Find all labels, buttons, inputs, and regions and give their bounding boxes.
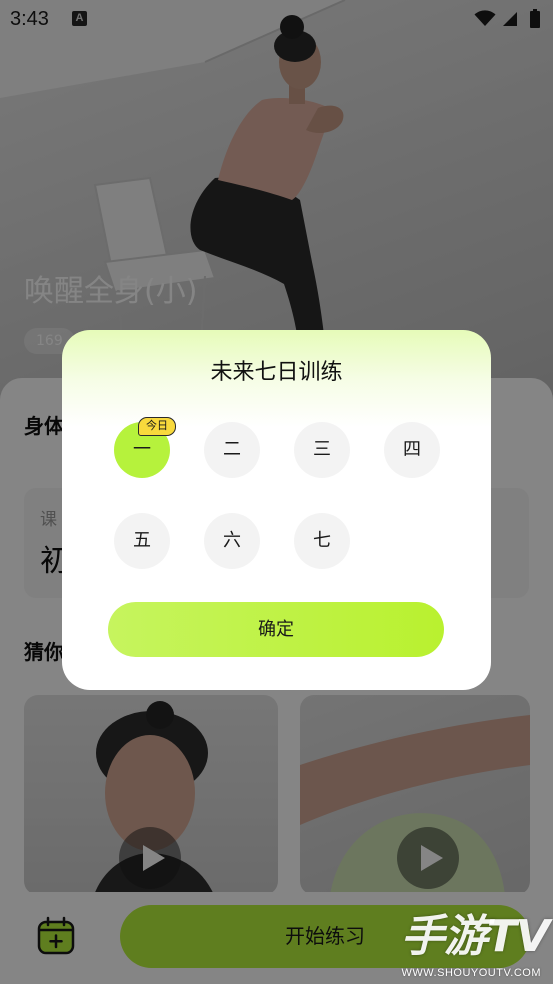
weekly-plan-dialog: 未来七日训练 一 今日 二 三 四 五 六 七 确定 bbox=[62, 330, 491, 690]
day-option-4[interactable]: 四 bbox=[384, 422, 440, 478]
day-option-2[interactable]: 二 bbox=[204, 422, 260, 478]
day-option-6[interactable]: 六 bbox=[204, 513, 260, 569]
dialog-title: 未来七日训练 bbox=[210, 360, 343, 385]
day-label: 三 bbox=[313, 439, 331, 460]
day-label: 七 bbox=[313, 530, 331, 551]
day-label: 四 bbox=[403, 439, 421, 460]
day-label: 二 bbox=[223, 439, 241, 460]
day-option-5[interactable]: 五 bbox=[114, 513, 170, 569]
day-option-3[interactable]: 三 bbox=[294, 422, 350, 478]
watermark-logo: 手游TV bbox=[400, 911, 550, 962]
confirm-button[interactable]: 确定 bbox=[108, 602, 444, 657]
day-option-7[interactable]: 七 bbox=[294, 513, 350, 569]
today-badge: 今日 bbox=[138, 417, 176, 436]
day-label: 一 bbox=[133, 439, 151, 460]
day-selector: 一 今日 二 三 四 五 六 七 bbox=[114, 417, 440, 569]
watermark-url: WWW.SHOUYOUTV.COM bbox=[401, 967, 541, 979]
day-label: 六 bbox=[223, 530, 241, 551]
day-option-1[interactable]: 一 今日 bbox=[114, 417, 176, 478]
day-label: 五 bbox=[133, 530, 151, 551]
